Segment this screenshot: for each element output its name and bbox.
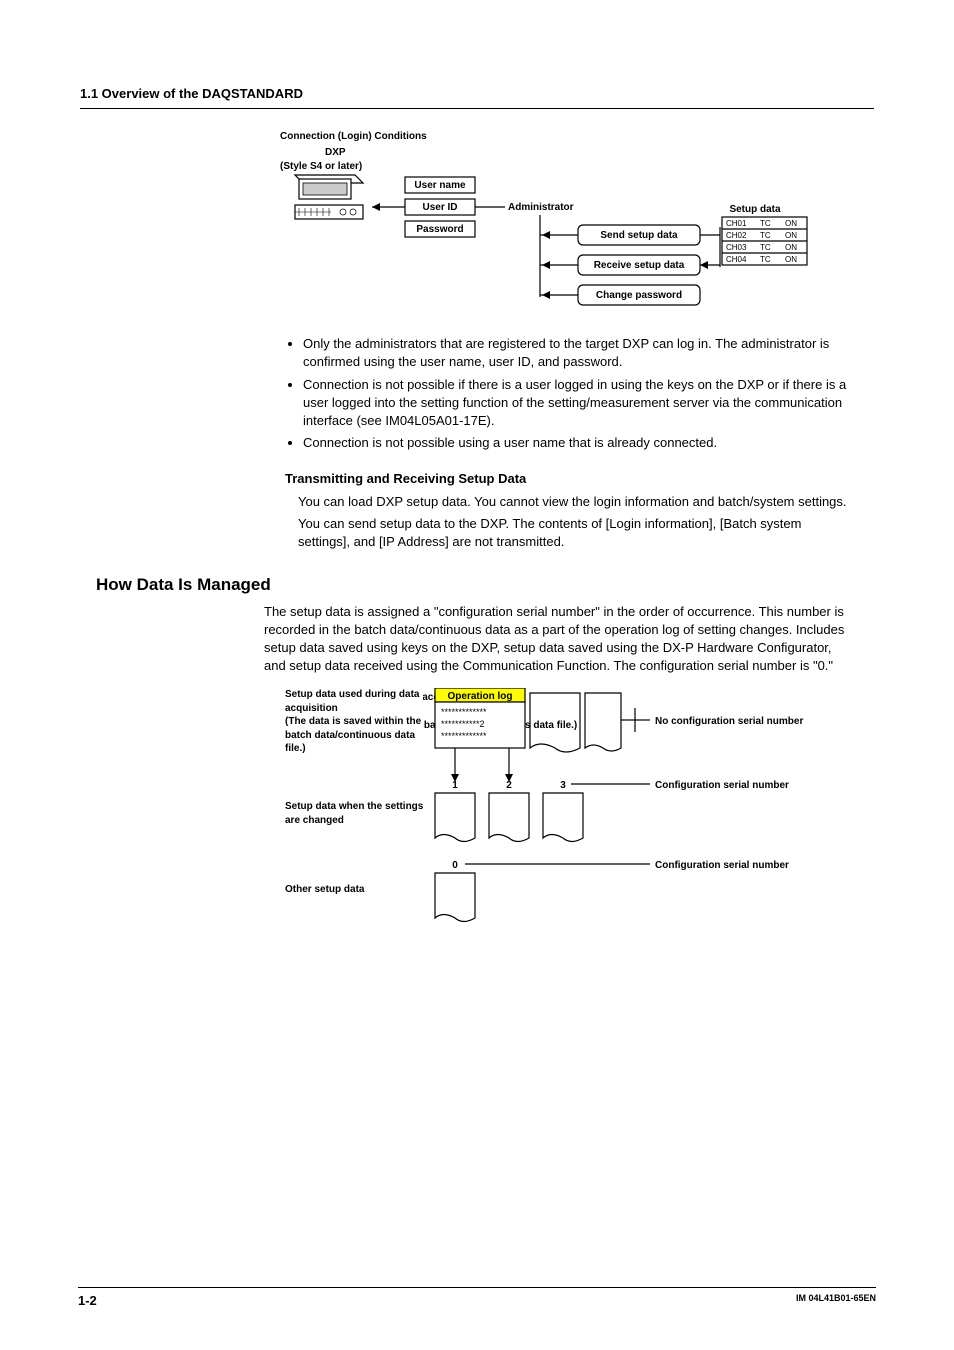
oplog-label: Operation log xyxy=(448,691,513,702)
header-title: 1.1 Overview of the DAQSTANDARD xyxy=(80,86,303,101)
admin-label: Administrator xyxy=(508,202,574,213)
how-data-managed-title: How Data Is Managed xyxy=(96,573,874,597)
svg-text:ON: ON xyxy=(785,243,797,252)
action-send: Send setup data xyxy=(600,230,678,241)
trx-p2: You can send setup data to the DXP. The … xyxy=(298,515,854,551)
document-page: 1.1 Overview of the DAQSTANDARD Connecti… xyxy=(0,0,954,1350)
cred-password: Password xyxy=(416,224,463,235)
document-id: IM 04L41B01-65EN xyxy=(796,1292,876,1310)
figure-how-data-managed: Setup data used during data acquisition … xyxy=(285,688,874,948)
svg-text:3: 3 xyxy=(560,780,566,791)
trx-title: Transmitting and Receiving Setup Data xyxy=(285,470,874,488)
svg-text:ON: ON xyxy=(785,219,797,228)
bullet-list: Only the administrators that are registe… xyxy=(285,335,874,452)
svg-text:TC: TC xyxy=(760,231,771,240)
bullet-2: Connection is not possible if there is a… xyxy=(303,376,874,431)
fig1-title: Connection (Login) Conditions xyxy=(280,131,427,142)
fig2-r1: No configuration serial number xyxy=(655,716,803,727)
cred-userid: User ID xyxy=(422,202,457,213)
svg-text:CH01: CH01 xyxy=(726,219,747,228)
svg-text:TC: TC xyxy=(760,255,771,264)
fig1-device-label1: DXP xyxy=(325,147,346,158)
bullet-1: Only the administrators that are registe… xyxy=(303,335,874,371)
how-data-managed-text: The setup data is assigned a "configurat… xyxy=(264,603,854,676)
cred-username: User name xyxy=(414,180,466,191)
svg-text:TC: TC xyxy=(760,219,771,228)
svg-text:ON: ON xyxy=(785,255,797,264)
trx-p1: You can load DXP setup data. You cannot … xyxy=(298,493,854,511)
action-changepw: Change password xyxy=(596,290,682,301)
svg-text:***********2: ***********2 xyxy=(441,719,485,729)
bullet-3: Connection is not possible using a user … xyxy=(303,434,874,452)
running-header: 1.1 Overview of the DAQSTANDARD xyxy=(80,85,874,109)
svg-text:TC: TC xyxy=(760,243,771,252)
svg-text:ON: ON xyxy=(785,231,797,240)
svg-text:0: 0 xyxy=(452,860,458,871)
fig1-device-label2: (Style S4 or later) xyxy=(280,161,362,172)
svg-text:*************: ************* xyxy=(441,707,487,717)
svg-text:2: 2 xyxy=(506,780,512,791)
figure-connection-conditions: Connection (Login) Conditions DXP (Style… xyxy=(280,127,874,327)
device-icon xyxy=(295,175,363,219)
fig2-r2: Configuration serial number xyxy=(655,780,789,791)
page-footer: 1-2 IM 04L41B01-65EN xyxy=(78,1287,876,1310)
fig2-r3: Configuration serial number xyxy=(655,860,789,871)
action-receive: Receive setup data xyxy=(594,260,685,271)
svg-text:CH02: CH02 xyxy=(726,231,747,240)
svg-text:*************: ************* xyxy=(441,731,487,741)
setup-data-header: Setup data xyxy=(729,204,781,215)
svg-text:CH03: CH03 xyxy=(726,243,747,252)
svg-text:1: 1 xyxy=(452,780,458,791)
page-number: 1-2 xyxy=(78,1292,97,1310)
svg-text:CH04: CH04 xyxy=(726,255,747,264)
